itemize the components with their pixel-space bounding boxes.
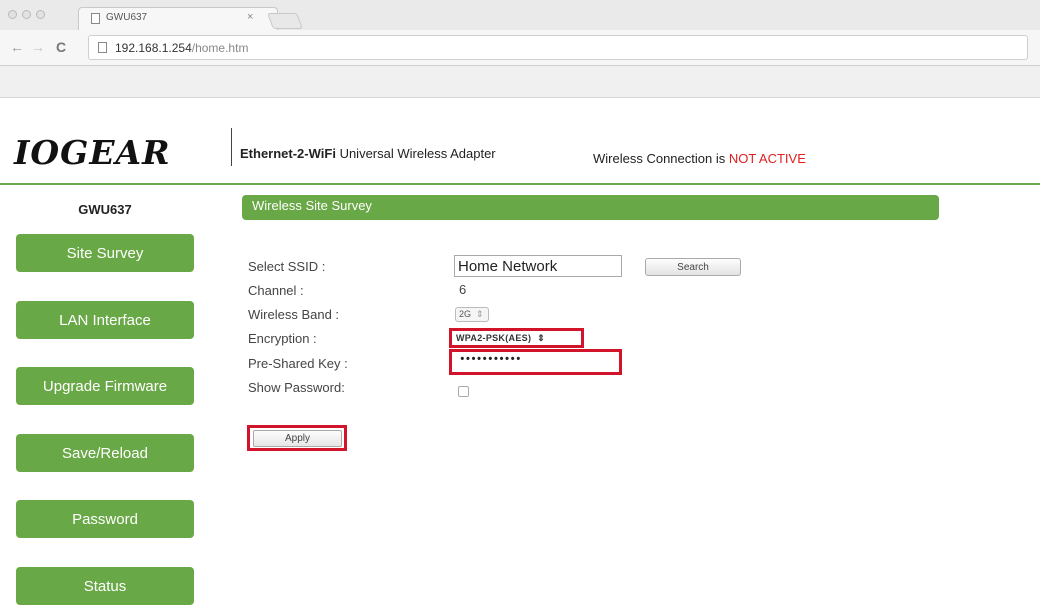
show-password-label: Show Password: bbox=[248, 380, 345, 395]
logo-separator bbox=[231, 128, 232, 166]
window-minimize-icon[interactable] bbox=[22, 10, 31, 19]
forward-icon[interactable]: → bbox=[31, 39, 45, 55]
wireless-band-select[interactable]: 2G ⇕ bbox=[455, 307, 489, 322]
url-bar[interactable]: 192.168.1.254/home.htm bbox=[88, 35, 1028, 60]
channel-value: 6 bbox=[459, 282, 467, 297]
wireless-band-label: Wireless Band : bbox=[248, 307, 340, 322]
section-title: Wireless Site Survey bbox=[242, 195, 939, 220]
page-icon bbox=[98, 42, 107, 53]
sidebar-item-upgrade-firmware[interactable]: Upgrade Firmware bbox=[16, 367, 194, 405]
header-divider bbox=[0, 183, 1040, 185]
reload-icon[interactable]: C bbox=[56, 39, 66, 55]
tab-close-icon[interactable]: × bbox=[247, 11, 253, 23]
product-title: Ethernet-2-WiFi Universal Wireless Adapt… bbox=[240, 146, 496, 161]
encryption-label: Encryption : bbox=[248, 331, 317, 346]
sidebar-item-lan-interface[interactable]: LAN Interface bbox=[16, 301, 194, 339]
tab-title: GWU637 bbox=[106, 12, 148, 23]
sidebar-item-save-reload[interactable]: Save/Reload bbox=[16, 434, 194, 472]
product-title-rest: Universal Wireless Adapter bbox=[335, 146, 496, 161]
ssid-input[interactable] bbox=[454, 255, 622, 277]
bookmarks-bar bbox=[0, 66, 1040, 98]
status-value: NOT ACTIVE bbox=[728, 151, 806, 166]
sidebar-item-status[interactable]: Status bbox=[16, 567, 194, 605]
psk-label: Pre-Shared Key : bbox=[248, 356, 348, 371]
new-tab-button[interactable] bbox=[267, 13, 303, 29]
browser-tab-bar: GWU637 × bbox=[0, 0, 1040, 30]
ssid-label: Select SSID : bbox=[248, 259, 326, 274]
iogear-logo: IOGEAR bbox=[14, 133, 171, 172]
url-host: 192.168.1.254 bbox=[115, 41, 192, 55]
model-name: GWU637 bbox=[78, 202, 132, 217]
select-arrows-icon: ⇕ bbox=[476, 309, 484, 319]
show-password-checkbox[interactable] bbox=[458, 386, 469, 397]
status-prefix: Wireless Connection is bbox=[593, 151, 729, 166]
back-icon[interactable]: ← bbox=[10, 39, 24, 55]
psk-input[interactable]: ••••••••••• bbox=[455, 353, 617, 370]
select-arrows-icon: ⇕ bbox=[537, 333, 546, 343]
search-button[interactable]: Search bbox=[645, 258, 741, 276]
channel-label: Channel : bbox=[248, 283, 304, 298]
address-toolbar: ← → C 192.168.1.254/home.htm bbox=[0, 30, 1040, 66]
page-icon bbox=[91, 13, 100, 24]
sidebar-item-password[interactable]: Password bbox=[16, 500, 194, 538]
encryption-value: WPA2-PSK(AES) bbox=[456, 333, 532, 343]
apply-button[interactable]: Apply bbox=[253, 430, 342, 447]
band-value: 2G bbox=[459, 309, 472, 319]
encryption-select[interactable]: WPA2-PSK(AES) ⇕ bbox=[456, 333, 578, 346]
window-close-icon[interactable] bbox=[8, 10, 17, 19]
browser-tab[interactable]: GWU637 × bbox=[78, 7, 278, 30]
url-path: /home.htm bbox=[191, 41, 249, 55]
window-zoom-icon[interactable] bbox=[36, 10, 45, 19]
sidebar-item-site-survey[interactable]: Site Survey bbox=[16, 234, 194, 272]
url-text: 192.168.1.254/home.htm bbox=[115, 41, 248, 55]
connection-status: Wireless Connection is NOT ACTIVE bbox=[593, 151, 806, 166]
product-title-bold: Ethernet-2-WiFi bbox=[240, 146, 336, 161]
